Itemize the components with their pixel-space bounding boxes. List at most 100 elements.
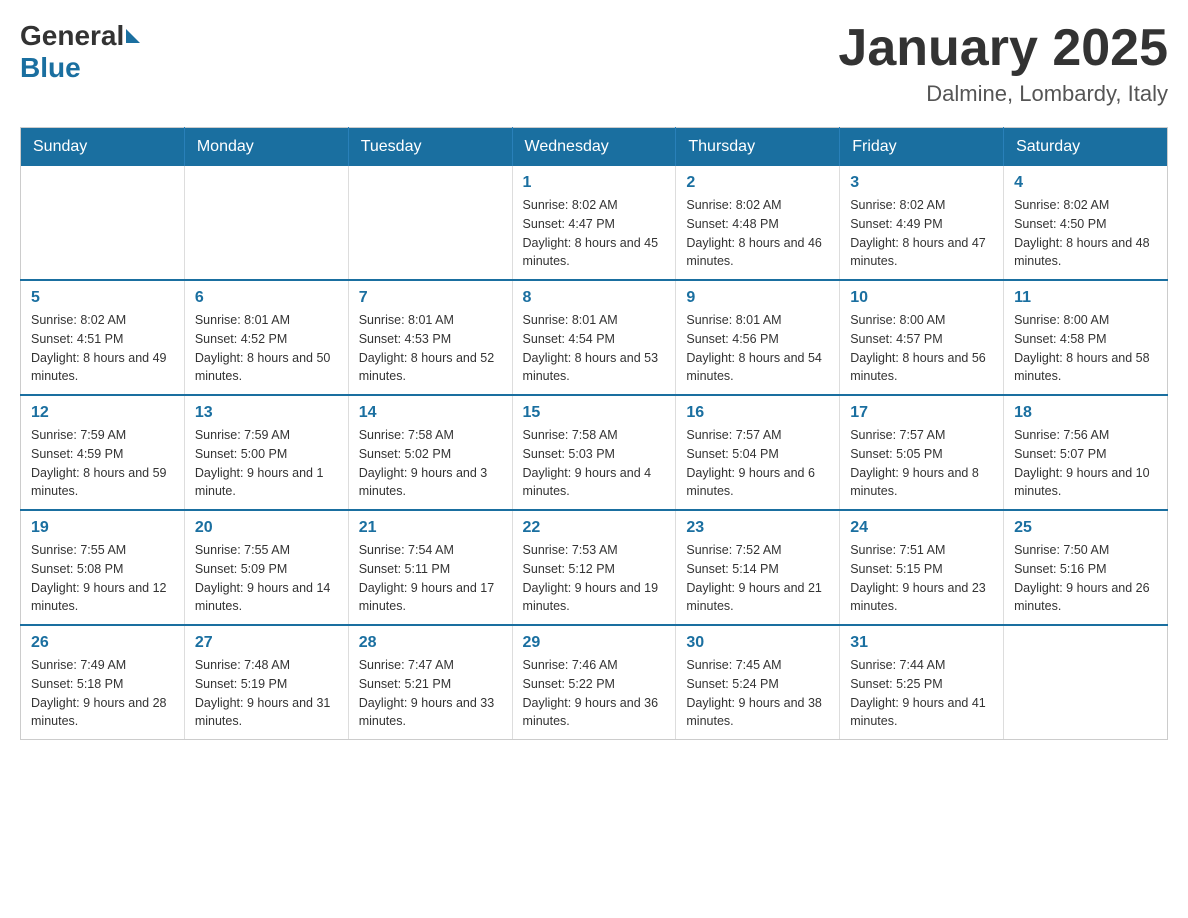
calendar-cell: 27 Sunrise: 7:48 AMSunset: 5:19 PMDayligh… <box>184 625 348 740</box>
day-number: 22 <box>523 519 666 537</box>
day-info: Sunrise: 7:57 AMSunset: 5:04 PMDaylight:… <box>686 426 829 501</box>
day-number: 25 <box>1014 519 1157 537</box>
day-info: Sunrise: 7:54 AMSunset: 5:11 PMDaylight:… <box>359 541 502 616</box>
day-info: Sunrise: 8:02 AMSunset: 4:49 PMDaylight:… <box>850 196 993 271</box>
calendar-cell: 24 Sunrise: 7:51 AMSunset: 5:15 PMDayligh… <box>840 510 1004 625</box>
calendar-cell: 16 Sunrise: 7:57 AMSunset: 5:04 PMDayligh… <box>676 395 840 510</box>
day-number: 16 <box>686 404 829 422</box>
day-number: 20 <box>195 519 338 537</box>
day-info: Sunrise: 7:48 AMSunset: 5:19 PMDaylight:… <box>195 656 338 731</box>
day-of-week-header: Sunday <box>21 128 185 167</box>
day-info: Sunrise: 7:58 AMSunset: 5:03 PMDaylight:… <box>523 426 666 501</box>
logo-blue-text: Blue <box>20 52 81 83</box>
calendar-cell: 8 Sunrise: 8:01 AMSunset: 4:54 PMDaylight… <box>512 280 676 395</box>
day-info: Sunrise: 7:58 AMSunset: 5:02 PMDaylight:… <box>359 426 502 501</box>
calendar-cell: 21 Sunrise: 7:54 AMSunset: 5:11 PMDayligh… <box>348 510 512 625</box>
day-info: Sunrise: 7:45 AMSunset: 5:24 PMDaylight:… <box>686 656 829 731</box>
day-number: 24 <box>850 519 993 537</box>
day-info: Sunrise: 7:57 AMSunset: 5:05 PMDaylight:… <box>850 426 993 501</box>
calendar-cell <box>184 166 348 280</box>
title-section: January 2025 Dalmine, Lombardy, Italy <box>838 20 1168 107</box>
day-number: 19 <box>31 519 174 537</box>
day-of-week-header: Monday <box>184 128 348 167</box>
calendar-cell: 1 Sunrise: 8:02 AMSunset: 4:47 PMDaylight… <box>512 166 676 280</box>
day-info: Sunrise: 7:44 AMSunset: 5:25 PMDaylight:… <box>850 656 993 731</box>
location-text: Dalmine, Lombardy, Italy <box>838 81 1168 107</box>
day-info: Sunrise: 8:00 AMSunset: 4:57 PMDaylight:… <box>850 311 993 386</box>
calendar-cell: 7Sunrise: 8:01 AMSunset: 4:53 PMDaylight… <box>348 280 512 395</box>
calendar-week-row: 26 Sunrise: 7:49 AMSunset: 5:18 PMDayligh… <box>21 625 1168 740</box>
calendar-cell: 19 Sunrise: 7:55 AMSunset: 5:08 PMDayligh… <box>21 510 185 625</box>
day-number: 9 <box>686 289 829 307</box>
calendar-cell: 9 Sunrise: 8:01 AMSunset: 4:56 PMDaylight… <box>676 280 840 395</box>
day-info: Sunrise: 8:02 AMSunset: 4:50 PMDaylight:… <box>1014 196 1157 271</box>
calendar-cell: 18Sunrise: 7:56 AMSunset: 5:07 PMDayligh… <box>1004 395 1168 510</box>
calendar-week-row: 19 Sunrise: 7:55 AMSunset: 5:08 PMDayligh… <box>21 510 1168 625</box>
day-number: 23 <box>686 519 829 537</box>
day-number: 8 <box>523 289 666 307</box>
day-of-week-header: Thursday <box>676 128 840 167</box>
day-of-week-header: Saturday <box>1004 128 1168 167</box>
day-info: Sunrise: 8:02 AMSunset: 4:51 PMDaylight:… <box>31 311 174 386</box>
day-number: 21 <box>359 519 502 537</box>
calendar-cell: 13Sunrise: 7:59 AMSunset: 5:00 PMDayligh… <box>184 395 348 510</box>
day-number: 30 <box>686 634 829 652</box>
calendar-cell: 22Sunrise: 7:53 AMSunset: 5:12 PMDayligh… <box>512 510 676 625</box>
day-info: Sunrise: 8:01 AMSunset: 4:52 PMDaylight:… <box>195 311 338 386</box>
calendar-week-row: 5 Sunrise: 8:02 AMSunset: 4:51 PMDaylight… <box>21 280 1168 395</box>
day-number: 15 <box>523 404 666 422</box>
day-info: Sunrise: 7:46 AMSunset: 5:22 PMDaylight:… <box>523 656 666 731</box>
day-number: 31 <box>850 634 993 652</box>
calendar-cell: 12 Sunrise: 7:59 AMSunset: 4:59 PMDayligh… <box>21 395 185 510</box>
calendar-cell: 14 Sunrise: 7:58 AMSunset: 5:02 PMDayligh… <box>348 395 512 510</box>
day-number: 5 <box>31 289 174 307</box>
calendar-cell: 6 Sunrise: 8:01 AMSunset: 4:52 PMDaylight… <box>184 280 348 395</box>
calendar-cell <box>1004 625 1168 740</box>
day-info: Sunrise: 7:55 AMSunset: 5:09 PMDaylight:… <box>195 541 338 616</box>
calendar-cell: 30 Sunrise: 7:45 AMSunset: 5:24 PMDayligh… <box>676 625 840 740</box>
day-info: Sunrise: 8:01 AMSunset: 4:54 PMDaylight:… <box>523 311 666 386</box>
logo: General Blue <box>20 20 140 84</box>
day-info: Sunrise: 8:01 AMSunset: 4:56 PMDaylight:… <box>686 311 829 386</box>
calendar-cell: 31 Sunrise: 7:44 AMSunset: 5:25 PMDayligh… <box>840 625 1004 740</box>
day-info: Sunrise: 7:59 AMSunset: 4:59 PMDaylight:… <box>31 426 174 501</box>
day-number: 27 <box>195 634 338 652</box>
day-of-week-header: Wednesday <box>512 128 676 167</box>
calendar-cell: 23 Sunrise: 7:52 AMSunset: 5:14 PMDayligh… <box>676 510 840 625</box>
calendar-cell: 15 Sunrise: 7:58 AMSunset: 5:03 PMDayligh… <box>512 395 676 510</box>
day-number: 10 <box>850 289 993 307</box>
calendar-week-row: 12 Sunrise: 7:59 AMSunset: 4:59 PMDayligh… <box>21 395 1168 510</box>
calendar-week-row: 1 Sunrise: 8:02 AMSunset: 4:47 PMDaylight… <box>21 166 1168 280</box>
calendar-cell: 25 Sunrise: 7:50 AMSunset: 5:16 PMDayligh… <box>1004 510 1168 625</box>
page-header: General Blue January 2025 Dalmine, Lomba… <box>20 20 1168 107</box>
day-number: 12 <box>31 404 174 422</box>
day-of-week-header: Tuesday <box>348 128 512 167</box>
day-info: Sunrise: 7:52 AMSunset: 5:14 PMDaylight:… <box>686 541 829 616</box>
day-number: 14 <box>359 404 502 422</box>
day-of-week-header: Friday <box>840 128 1004 167</box>
calendar-cell: 3Sunrise: 8:02 AMSunset: 4:49 PMDaylight… <box>840 166 1004 280</box>
day-info: Sunrise: 7:49 AMSunset: 5:18 PMDaylight:… <box>31 656 174 731</box>
logo-general-text: General <box>20 20 124 52</box>
month-title: January 2025 <box>838 20 1168 77</box>
day-number: 13 <box>195 404 338 422</box>
day-number: 4 <box>1014 174 1157 192</box>
day-info: Sunrise: 7:47 AMSunset: 5:21 PMDaylight:… <box>359 656 502 731</box>
calendar-cell: 10 Sunrise: 8:00 AMSunset: 4:57 PMDayligh… <box>840 280 1004 395</box>
day-info: Sunrise: 7:56 AMSunset: 5:07 PMDaylight:… <box>1014 426 1157 501</box>
day-info: Sunrise: 7:55 AMSunset: 5:08 PMDaylight:… <box>31 541 174 616</box>
calendar-cell: 28 Sunrise: 7:47 AMSunset: 5:21 PMDayligh… <box>348 625 512 740</box>
calendar-cell: 26 Sunrise: 7:49 AMSunset: 5:18 PMDayligh… <box>21 625 185 740</box>
day-info: Sunrise: 7:51 AMSunset: 5:15 PMDaylight:… <box>850 541 993 616</box>
calendar-cell: 29Sunrise: 7:46 AMSunset: 5:22 PMDayligh… <box>512 625 676 740</box>
day-number: 26 <box>31 634 174 652</box>
day-number: 7 <box>359 289 502 307</box>
day-number: 28 <box>359 634 502 652</box>
day-info: Sunrise: 7:50 AMSunset: 5:16 PMDaylight:… <box>1014 541 1157 616</box>
day-info: Sunrise: 8:02 AMSunset: 4:47 PMDaylight:… <box>523 196 666 271</box>
day-number: 1 <box>523 174 666 192</box>
day-number: 2 <box>686 174 829 192</box>
calendar-cell: 20 Sunrise: 7:55 AMSunset: 5:09 PMDayligh… <box>184 510 348 625</box>
calendar-table: SundayMondayTuesdayWednesdayThursdayFrid… <box>20 127 1168 740</box>
day-number: 6 <box>195 289 338 307</box>
